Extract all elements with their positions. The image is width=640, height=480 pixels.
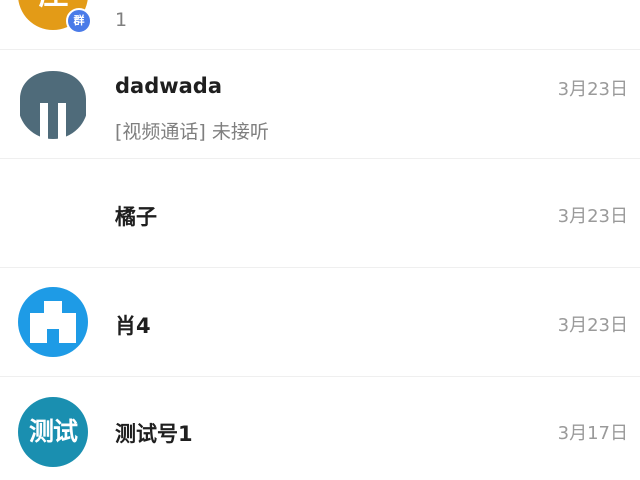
conversation-preview: 1 xyxy=(115,9,128,31)
conversation-time: 3月23日 xyxy=(557,206,628,227)
conversation-name: 橘子 xyxy=(115,205,157,229)
contact-avatar: 测试 xyxy=(18,396,88,467)
conversation-row-group[interactable]: 庄 群 1 xyxy=(0,0,640,50)
contact-avatar-empty xyxy=(18,178,88,248)
group-badge: 群 xyxy=(66,8,92,34)
cross-block-icon xyxy=(30,301,76,343)
conversation-list: 庄 群 1 dadwada [视频通话] 未接听 3月23日 橘子 3月23日 … xyxy=(0,0,640,480)
pillar-icon xyxy=(20,71,86,139)
conversation-row-juzi[interactable]: 橘子 3月23日 xyxy=(0,159,640,268)
conversation-row-dadwada[interactable]: dadwada [视频通话] 未接听 3月23日 xyxy=(0,50,640,159)
group-avatar: 庄 群 xyxy=(18,0,92,34)
conversation-preview: [视频通话] 未接听 xyxy=(115,121,269,143)
contact-avatar xyxy=(18,69,88,139)
conversation-time: 3月23日 xyxy=(557,315,628,336)
conversation-name: 肖4 xyxy=(115,314,151,338)
conversation-time: 3月23日 xyxy=(557,79,628,100)
conversation-name: dadwada xyxy=(115,74,223,98)
conversation-name: 测试号1 xyxy=(115,422,193,446)
conversation-row-xiao4[interactable]: 肖4 3月23日 xyxy=(0,268,640,377)
contact-avatar xyxy=(18,287,88,357)
avatar-text: 测试 xyxy=(28,416,78,446)
conversation-row-ceshi1[interactable]: 测试 测试号1 3月17日 xyxy=(0,377,640,480)
conversation-time: 3月17日 xyxy=(557,423,628,444)
